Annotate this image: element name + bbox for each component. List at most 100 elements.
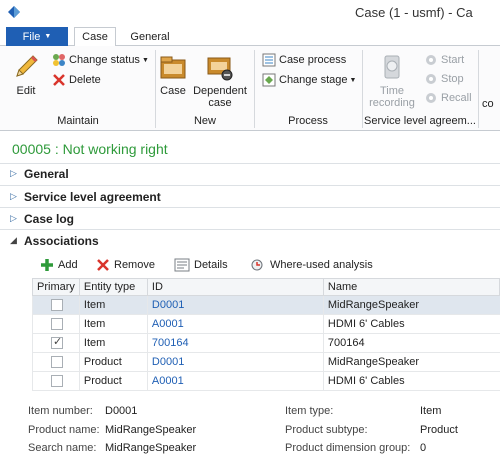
collapse-triangle-icon: ◢: [10, 235, 17, 245]
stopwatch-icon: [384, 55, 400, 79]
where-used-analysis-button[interactable]: Where-used analysis: [250, 256, 373, 274]
change-stage-label: Change stage: [279, 74, 348, 86]
primary-checkbox[interactable]: [51, 318, 63, 331]
new-group-label: New: [193, 115, 216, 127]
id-link[interactable]: A0001: [146, 314, 324, 334]
new-case-label: Case: [160, 85, 186, 97]
recall-button[interactable]: Recall: [424, 90, 472, 106]
recall-label: Recall: [441, 92, 472, 104]
product-subtype-value: Product: [420, 424, 458, 436]
entity-type-cell: Product: [78, 352, 148, 372]
details-button[interactable]: Details: [174, 256, 228, 274]
name-cell: MidRangeSpeaker: [322, 295, 500, 315]
dynamics-app-icon: [8, 6, 20, 18]
primary-checkbox[interactable]: [51, 356, 63, 369]
chevron-down-icon: ▼: [141, 56, 149, 64]
add-label: Add: [58, 259, 78, 271]
column-header-id[interactable]: ID: [146, 278, 324, 296]
fasttab-case-log[interactable]: ▷ Case log: [0, 208, 500, 229]
fasttab-sla[interactable]: ▷ Service level agreement: [0, 186, 500, 207]
entity-type-cell: Product: [78, 371, 148, 391]
stop-label: Stop: [441, 73, 464, 85]
delete-x-icon: [53, 74, 65, 86]
primary-checkbox[interactable]: [51, 299, 63, 312]
associations-grid: Primary Entity type ID Name Item D0001 M…: [32, 278, 500, 391]
tab-case[interactable]: Case: [74, 27, 116, 47]
id-link[interactable]: A0001: [146, 371, 324, 391]
table-row[interactable]: Product D0001 MidRangeSpeaker: [32, 352, 500, 372]
grid-header-row: Primary Entity type ID Name: [32, 278, 500, 296]
id-link[interactable]: 700164: [146, 333, 324, 353]
fasttab-general[interactable]: ▷ General: [0, 163, 500, 184]
item-number-link[interactable]: D0001: [105, 405, 137, 417]
file-tab-label: File: [22, 30, 41, 43]
column-header-primary[interactable]: Primary: [32, 278, 80, 296]
edit-button[interactable]: Edit: [8, 52, 44, 97]
table-row[interactable]: Item D0001 MidRangeSpeaker: [32, 295, 500, 315]
item-type-value: Item: [420, 405, 442, 417]
name-cell: HDMI 6' Cables: [322, 314, 500, 334]
tab-general[interactable]: General: [124, 27, 176, 47]
id-link[interactable]: D0001: [146, 295, 324, 315]
item-number-label: Item number:: [28, 405, 93, 417]
file-tab[interactable]: File ▼: [6, 27, 68, 46]
column-header-entity-type[interactable]: Entity type: [78, 278, 148, 296]
fasttab-case-log-label: Case log: [24, 211, 75, 226]
change-stage-icon: [262, 73, 276, 87]
start-button[interactable]: Start: [424, 52, 464, 68]
search-name-value: MidRangeSpeaker: [105, 442, 197, 454]
product-name-label: Product name:: [28, 424, 100, 436]
chevron-down-icon: ▼: [349, 76, 357, 84]
start-gear-icon: [426, 55, 436, 65]
dependent-case-label-1: Dependent: [193, 85, 247, 97]
dependent-case-icon: [207, 57, 233, 81]
primary-cell: [32, 333, 80, 353]
ribbon: Edit Change status ▼ Delete Maintain Cas…: [0, 46, 500, 131]
time-recording-button[interactable]: Time recording: [366, 52, 418, 109]
name-cell: HDMI 6' Cables: [322, 371, 500, 391]
primary-checkbox[interactable]: [51, 335, 63, 350]
fasttab-associations-label: Associations: [24, 233, 99, 248]
time-recording-label-1: Time: [379, 85, 405, 97]
window-title: Case (1 - usmf) - Ca: [355, 5, 473, 20]
remove-button[interactable]: Remove: [96, 256, 155, 274]
maintain-group-label: Maintain: [57, 115, 99, 127]
add-button[interactable]: Add: [40, 256, 78, 274]
where-used-icon: [251, 259, 263, 271]
dependent-case-button[interactable]: Dependent case: [192, 52, 248, 109]
change-status-button[interactable]: Change status ▼: [52, 52, 149, 68]
name-cell: MidRangeSpeaker: [322, 352, 500, 372]
name-cell: 700164: [322, 333, 500, 353]
expand-triangle-icon: ▷: [10, 168, 17, 178]
edit-label: Edit: [16, 85, 36, 97]
stop-gear-icon: [426, 74, 436, 84]
delete-button[interactable]: Delete: [52, 72, 101, 88]
change-status-label: Change status: [69, 54, 140, 66]
overflow-button-label[interactable]: co: [482, 98, 500, 110]
column-header-name[interactable]: Name: [322, 278, 500, 296]
dependent-case-label-2: case: [208, 97, 232, 109]
table-row[interactable]: Item A0001 HDMI 6' Cables: [32, 314, 500, 334]
fasttab-associations[interactable]: ◢ Associations: [0, 230, 500, 251]
primary-checkbox[interactable]: [51, 375, 63, 388]
change-stage-button[interactable]: Change stage ▼: [262, 72, 356, 88]
where-used-label: Where-used analysis: [270, 259, 373, 271]
new-case-button[interactable]: Case: [158, 52, 188, 97]
change-status-icon: [53, 54, 65, 66]
ribbon-separator: [478, 50, 479, 128]
tab-case-label: Case: [82, 31, 108, 43]
id-link[interactable]: D0001: [146, 352, 324, 372]
product-dimension-group-value: 0: [420, 442, 427, 454]
primary-cell: [32, 371, 80, 391]
table-row[interactable]: Product A0001 HDMI 6' Cables: [32, 371, 500, 391]
expand-triangle-icon: ▷: [10, 213, 17, 223]
case-process-button[interactable]: Case process: [262, 52, 346, 68]
process-group-label: Process: [288, 115, 328, 127]
product-name-value: MidRangeSpeaker: [105, 424, 197, 436]
title-bar: Case (1 - usmf) - Ca: [0, 0, 500, 26]
recall-gear-icon: [426, 93, 436, 103]
start-label: Start: [441, 54, 465, 66]
stop-button[interactable]: Stop: [424, 71, 464, 87]
table-row[interactable]: Item 700164 700164: [32, 333, 500, 353]
associations-toolbar: Add Remove Details Where-used analysis: [32, 254, 500, 276]
